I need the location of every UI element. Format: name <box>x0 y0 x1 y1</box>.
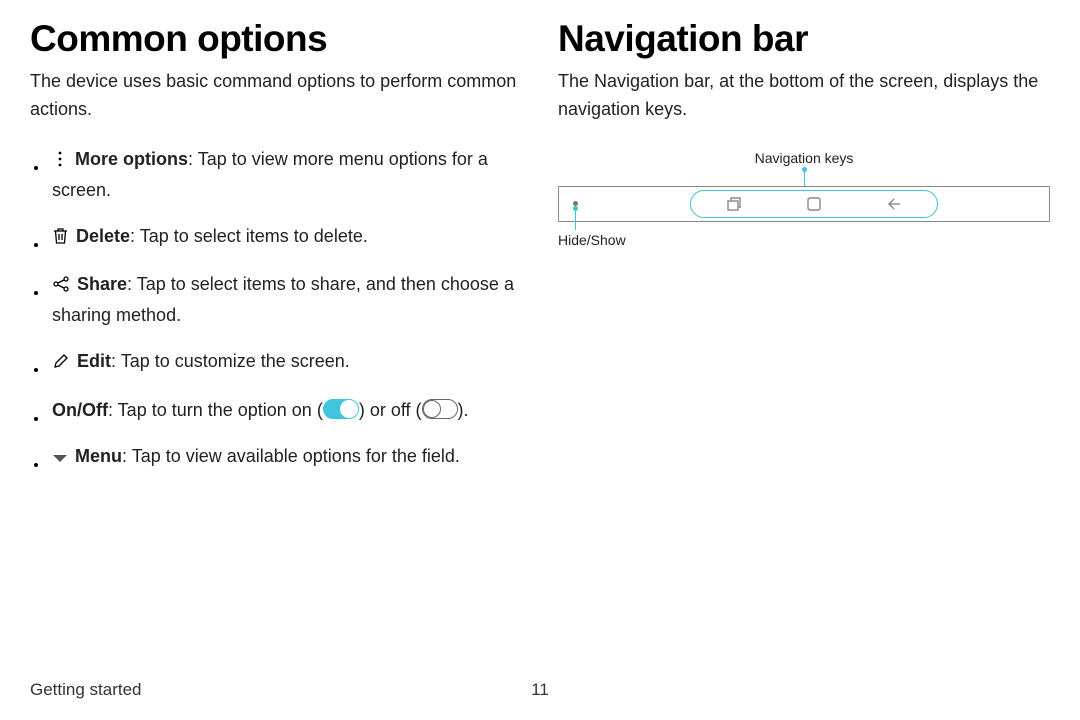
item-menu: Menu: Tap to view available options for … <box>30 443 522 474</box>
left-column: Common options The device uses basic com… <box>30 18 522 492</box>
home-icon <box>805 195 823 213</box>
label-onoff: On/Off <box>52 400 108 420</box>
heading-common-options: Common options <box>30 18 522 60</box>
navbar-box <box>558 186 1050 222</box>
more-options-icon <box>52 149 68 177</box>
leader-line-bottom <box>575 208 576 230</box>
label-share: Share <box>77 274 127 294</box>
item-edit: Edit: Tap to customize the screen. <box>30 348 522 379</box>
desc-menu: : Tap to view available options for the … <box>122 446 460 466</box>
edit-icon <box>52 351 70 379</box>
desc-delete: : Tap to select items to delete. <box>130 226 368 246</box>
intro-common-options: The device uses basic command options to… <box>30 68 522 124</box>
desc-onoff-b: ) or off ( <box>359 400 422 420</box>
label-more-options: More options <box>75 149 188 169</box>
share-icon <box>52 274 70 302</box>
recents-icon <box>725 195 743 213</box>
back-icon <box>885 195 903 213</box>
right-column: Navigation bar The Navigation bar, at th… <box>558 18 1050 492</box>
label-navigation-keys: Navigation keys <box>558 150 1050 166</box>
item-share: Share: Tap to select items to share, and… <box>30 271 522 330</box>
page-footer: Getting started 11 <box>30 680 1050 700</box>
toggle-on-icon <box>323 399 359 419</box>
footer-page-number: 11 <box>531 680 549 700</box>
item-more-options: More options: Tap to view more menu opti… <box>30 146 522 205</box>
options-list: More options: Tap to view more menu opti… <box>30 146 522 474</box>
item-onoff: On/Off: Tap to turn the option on ( ) or … <box>30 397 522 425</box>
leader-line-top <box>804 170 805 186</box>
intro-navigation-bar: The Navigation bar, at the bottom of the… <box>558 68 1050 124</box>
label-delete: Delete <box>76 226 130 246</box>
navigation-diagram: Navigation keys <box>558 150 1050 222</box>
desc-onoff-c: ). <box>458 400 469 420</box>
menu-icon <box>52 446 68 474</box>
label-menu: Menu <box>75 446 122 466</box>
footer-section: Getting started <box>30 680 142 700</box>
desc-onoff-a: : Tap to turn the option on ( <box>108 400 323 420</box>
desc-edit: : Tap to customize the screen. <box>111 351 350 371</box>
item-delete: Delete: Tap to select items to delete. <box>30 223 522 254</box>
nav-keys-group <box>690 190 938 218</box>
delete-icon <box>52 226 69 254</box>
toggle-off-icon <box>422 399 458 419</box>
label-edit: Edit <box>77 351 111 371</box>
label-hide-show: Hide/Show <box>558 232 626 248</box>
heading-navigation-bar: Navigation bar <box>558 18 1050 60</box>
